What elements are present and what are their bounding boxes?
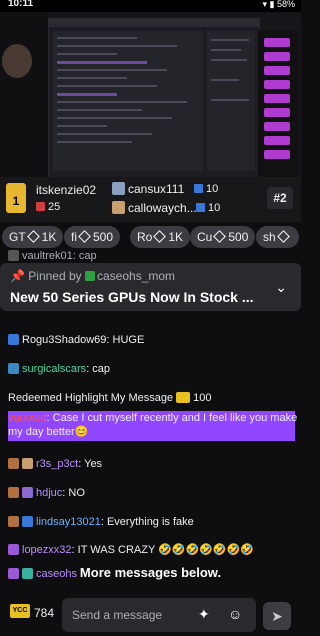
leaderboard-name-2: cansux111 <box>128 182 185 196</box>
badge-icon <box>8 250 19 261</box>
gift-icon <box>194 184 203 193</box>
bits-cheer-icon[interactable]: ✦ <box>198 606 210 623</box>
leaderboard-gifts-2: 10 <box>194 183 218 195</box>
chat-message: lindsay13021: Everything is fake <box>8 516 194 528</box>
screen-sidepanel <box>258 30 298 177</box>
pinned-message[interactable]: 📌 Pinned by caseohs_mom New 50 Series GP… <box>0 263 301 311</box>
message-placeholder: Send a message <box>72 608 163 622</box>
gift-icon <box>196 203 205 212</box>
emote-icon[interactable]: ☺ <box>228 606 242 622</box>
webcam-overlay <box>0 12 48 177</box>
points-count: 784 <box>34 606 55 620</box>
message-input[interactable]: Send a message <box>62 598 256 632</box>
pinned-header: 📌 Pinned by caseohs_mom <box>10 269 176 283</box>
gift-badge-icon <box>8 544 19 555</box>
chip-item[interactable]: sh <box>256 226 299 248</box>
chat-input-bar: YCC 784 Send a message ✦ ☺ ➤ <box>0 596 301 636</box>
highlighted-message: vurxxed: Case I cut myself recently and … <box>8 412 298 438</box>
bits-icon <box>153 230 167 243</box>
highlight-redeem-notice: Redeemed Highlight My Message 100 <box>8 392 212 404</box>
chat-message: Rogu3Shadow69: HUGE <box>8 334 144 346</box>
gift-chips-row: GT 1K fi 500 Ro 1K Cu 500 sh <box>0 222 301 252</box>
chat-message: hdjuc: NO <box>8 487 85 499</box>
chat-message: surgicalscars: cap <box>8 363 110 375</box>
chip-item[interactable]: Cu 500 <box>190 226 256 248</box>
chat-message-partial: vaultrek01: cap <box>8 250 97 262</box>
ycc-points-icon[interactable]: YCC <box>10 604 30 618</box>
bits-icon <box>276 230 290 243</box>
status-time: 10:11 <box>8 0 34 9</box>
badge-icon <box>22 458 33 469</box>
badge-icon <box>8 516 19 527</box>
streamer-webcam <box>2 44 32 78</box>
leaderboard-gifts-3: 10 <box>196 202 220 214</box>
more-messages-below[interactable]: More messages below. <box>0 565 301 580</box>
ycc-icon <box>176 392 191 403</box>
chip-item[interactable]: fi 500 <box>64 226 121 248</box>
crown-badge-icon <box>8 334 19 345</box>
chip-item[interactable]: GT 1K <box>2 226 64 248</box>
chat-message: r3s_p3ct: Yes <box>8 458 102 470</box>
gift-leaderboard[interactable]: 1 itskenzie02 25 cansux111 10 callowaych… <box>0 177 301 222</box>
bits-icon <box>78 230 91 243</box>
badge-icon <box>22 487 33 498</box>
trophy-icon: 1 <box>6 183 26 213</box>
pinned-text: New 50 Series GPUs Now In Stock ... <box>10 289 254 305</box>
bits-icon <box>213 230 227 243</box>
battery-percent: 58% <box>276 0 295 9</box>
leaderboard-name-1: itskenzie02 <box>36 183 97 197</box>
battery-indicator: ▾ ▮ 58% <box>262 0 296 9</box>
send-button[interactable]: ➤ <box>263 602 291 630</box>
gift-icon <box>36 202 45 211</box>
verified-badge-icon <box>85 271 95 281</box>
leaderboard-name-3: callowaych... <box>128 201 197 215</box>
chat-message: lopezxx32: IT WAS CRAZY 🤣🤣🤣🤣🤣🤣🤣 <box>8 543 254 556</box>
avatar <box>112 182 125 195</box>
chevron-down-icon[interactable]: ⌄ <box>275 279 287 296</box>
badge-icon <box>8 458 19 469</box>
leaderboard-gifts-1: 25 <box>36 201 60 213</box>
badge-icon <box>8 487 19 498</box>
chip-item[interactable]: Ro 1K <box>130 226 191 248</box>
bits-icon <box>26 230 40 243</box>
badge-icon <box>8 363 19 374</box>
crown-badge-icon <box>22 516 33 527</box>
rank-badge[interactable]: #2 <box>267 187 293 209</box>
status-bar: 10:11 ▾ ▮ 58% <box>0 0 301 12</box>
streamed-screen <box>48 18 260 177</box>
avatar <box>112 201 125 214</box>
stream-video[interactable] <box>0 12 301 177</box>
